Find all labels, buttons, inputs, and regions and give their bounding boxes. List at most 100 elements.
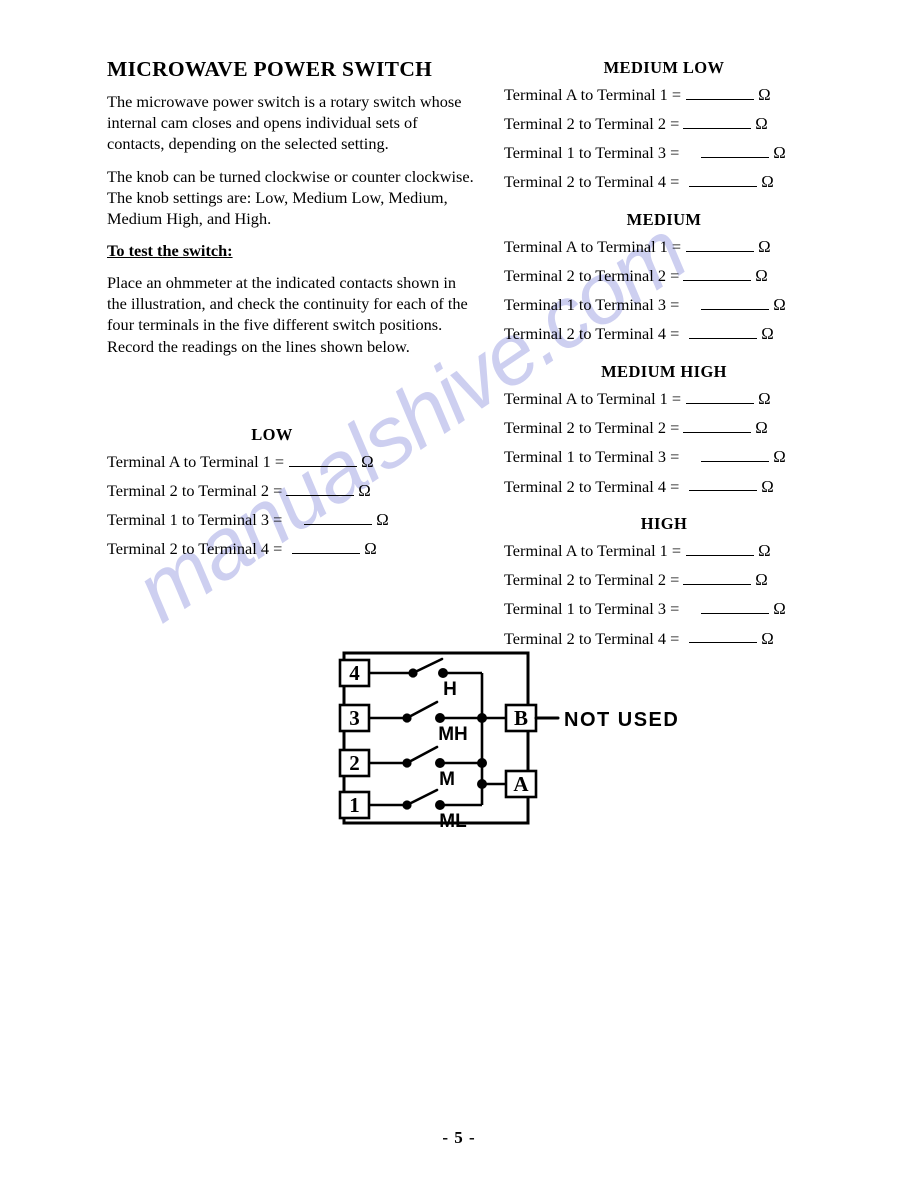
ohm-symbol: Ω bbox=[755, 113, 768, 133]
reading-label: Terminal 1 to Terminal 3 = bbox=[504, 295, 680, 315]
test-subheading: To test the switch: bbox=[107, 240, 233, 260]
reading-row: Terminal A to Terminal 1 = Ω bbox=[504, 85, 824, 104]
contact-label-ml: ML bbox=[439, 811, 467, 832]
reading-label: Terminal 2 to Terminal 4 = bbox=[107, 539, 283, 559]
switch-lever-h bbox=[411, 657, 444, 675]
ohm-symbol: Ω bbox=[761, 628, 774, 648]
reading-blank[interactable] bbox=[304, 510, 373, 526]
intro-paragraph-3: Place an ohmmeter at the indicated conta… bbox=[107, 272, 468, 356]
reading-blank[interactable] bbox=[689, 324, 758, 340]
section-title-medium-low: MEDIUM LOW bbox=[603, 58, 725, 77]
reading-label: Terminal 2 to Terminal 4 = bbox=[504, 476, 680, 496]
ohm-symbol: Ω bbox=[761, 172, 774, 192]
contact-label-h: H bbox=[443, 679, 457, 700]
reading-row: Terminal 1 to Terminal 3 = Ω bbox=[504, 599, 824, 618]
terminal-label-1: 1 bbox=[349, 793, 360, 817]
reading-blank[interactable] bbox=[689, 172, 758, 188]
ohm-symbol: Ω bbox=[758, 236, 771, 256]
page-number: - 5 - bbox=[442, 1128, 476, 1147]
reading-blank[interactable] bbox=[701, 447, 770, 463]
reading-blank[interactable] bbox=[686, 85, 755, 100]
reading-row: Terminal 2 to Terminal 2 = Ω bbox=[504, 114, 824, 133]
ohm-symbol: Ω bbox=[364, 539, 377, 559]
reading-blank[interactable] bbox=[701, 295, 770, 311]
reading-row: Terminal A to Terminal 1 = Ω bbox=[107, 452, 437, 471]
reading-blank[interactable] bbox=[686, 389, 755, 404]
ohm-symbol: Ω bbox=[758, 541, 771, 561]
ohm-symbol: Ω bbox=[358, 480, 371, 500]
reading-blank[interactable] bbox=[286, 481, 355, 496]
pivot-dot-mh bbox=[402, 713, 412, 723]
reading-label: Terminal 1 to Terminal 3 = bbox=[504, 599, 680, 619]
reading-label: Terminal 1 to Terminal 3 = bbox=[107, 510, 283, 530]
ohm-symbol: Ω bbox=[755, 418, 768, 438]
ohm-symbol: Ω bbox=[755, 570, 768, 590]
reading-row: Terminal 2 to Terminal 4 = Ω bbox=[504, 477, 824, 496]
reading-label: Terminal A to Terminal 1 = bbox=[504, 541, 682, 561]
ohm-symbol: Ω bbox=[361, 451, 374, 471]
ohm-symbol: Ω bbox=[761, 476, 774, 496]
junction-dot-m bbox=[477, 758, 487, 768]
ohm-symbol: Ω bbox=[761, 324, 774, 344]
reading-blank[interactable] bbox=[689, 629, 758, 644]
section-low: LOW Terminal A to Terminal 1 = Ω Terminal… bbox=[107, 425, 437, 569]
reading-blank[interactable] bbox=[683, 418, 752, 434]
terminal-label-3: 3 bbox=[349, 706, 360, 730]
ohm-symbol: Ω bbox=[773, 599, 786, 619]
reading-blank[interactable] bbox=[686, 541, 755, 557]
reading-label: Terminal 2 to Terminal 2 = bbox=[504, 113, 680, 133]
reading-blank[interactable] bbox=[701, 599, 770, 615]
reading-row: Terminal 2 to Terminal 2 = Ω bbox=[504, 570, 824, 589]
reading-blank[interactable] bbox=[683, 570, 752, 586]
schematic-svg: 4 3 2 1 B A H MH M ML NOT USED bbox=[338, 651, 678, 832]
page-title: MICROWAVE POWER SWITCH bbox=[107, 57, 433, 81]
reading-label: Terminal 1 to Terminal 3 = bbox=[504, 447, 680, 467]
pivot-dot-m bbox=[402, 758, 412, 768]
reading-blank[interactable] bbox=[292, 539, 361, 555]
reading-label: Terminal 1 to Terminal 3 = bbox=[504, 143, 680, 163]
reading-label: Terminal A to Terminal 1 = bbox=[504, 388, 682, 408]
reading-row: Terminal A to Terminal 1 = Ω bbox=[504, 237, 824, 256]
reading-label: Terminal 2 to Terminal 2 = bbox=[504, 418, 680, 438]
ohm-symbol: Ω bbox=[773, 143, 786, 163]
switch-lever-ml bbox=[405, 788, 439, 807]
section-medium-high: MEDIUM HIGH Terminal A to Terminal 1 = Ω … bbox=[504, 362, 824, 495]
ohm-symbol: Ω bbox=[773, 295, 786, 315]
ohm-symbol: Ω bbox=[773, 447, 786, 467]
ohm-symbol: Ω bbox=[758, 388, 771, 408]
reading-blank[interactable] bbox=[289, 452, 358, 467]
switch-lever-m bbox=[405, 745, 439, 765]
terminal-label-a: A bbox=[513, 772, 529, 796]
reading-blank[interactable] bbox=[701, 143, 770, 159]
pivot-dot-h bbox=[408, 668, 418, 678]
reading-label: Terminal 2 to Terminal 2 = bbox=[504, 266, 680, 286]
contact-label-mh: MH bbox=[438, 724, 468, 745]
section-title-medium-high: MEDIUM HIGH bbox=[601, 362, 727, 382]
section-title-high: HIGH bbox=[640, 514, 688, 534]
left-text-column: MICROWAVE POWER SWITCH The microwave pow… bbox=[107, 57, 479, 368]
reading-blank[interactable] bbox=[683, 266, 752, 282]
reading-label: Terminal 2 to Terminal 4 = bbox=[504, 324, 680, 344]
reading-row: Terminal A to Terminal 1 = Ω bbox=[504, 541, 824, 560]
reading-row: Terminal 1 to Terminal 3 = Ω bbox=[107, 510, 437, 529]
section-high: HIGH Terminal A to Terminal 1 = Ω Termina… bbox=[504, 514, 824, 647]
reading-label: Terminal 2 to Terminal 2 = bbox=[107, 480, 283, 500]
reading-row: Terminal 2 to Terminal 2 = Ω bbox=[504, 266, 824, 285]
ohm-symbol: Ω bbox=[758, 84, 771, 104]
contact-label-m: M bbox=[439, 769, 455, 790]
reading-row: Terminal 2 to Terminal 2 = Ω bbox=[504, 418, 824, 437]
reading-row: Terminal 2 to Terminal 4 = Ω bbox=[504, 324, 824, 343]
reading-blank[interactable] bbox=[689, 477, 758, 492]
document-page: manualshive.com MICROWAVE POWER SWITCH T… bbox=[0, 0, 918, 1188]
reading-label: Terminal A to Terminal 1 = bbox=[504, 84, 682, 104]
section-medium-low: MEDIUM LOW Terminal A to Terminal 1 = Ω T… bbox=[504, 58, 824, 191]
switch-schematic-diagram: 4 3 2 1 B A H MH M ML NOT USED bbox=[330, 640, 680, 840]
reading-label: Terminal 2 to Terminal 2 = bbox=[504, 570, 680, 590]
terminal-label-b: B bbox=[514, 706, 528, 730]
section-medium: MEDIUM Terminal A to Terminal 1 = Ω Termi… bbox=[504, 210, 824, 343]
reading-row: Terminal A to Terminal 1 = Ω bbox=[504, 389, 824, 408]
reading-blank[interactable] bbox=[683, 114, 752, 129]
reading-blank[interactable] bbox=[686, 237, 755, 252]
switch-body-outline bbox=[342, 651, 530, 825]
intro-paragraph-1: The microwave power switch is a rotary s… bbox=[107, 91, 462, 154]
